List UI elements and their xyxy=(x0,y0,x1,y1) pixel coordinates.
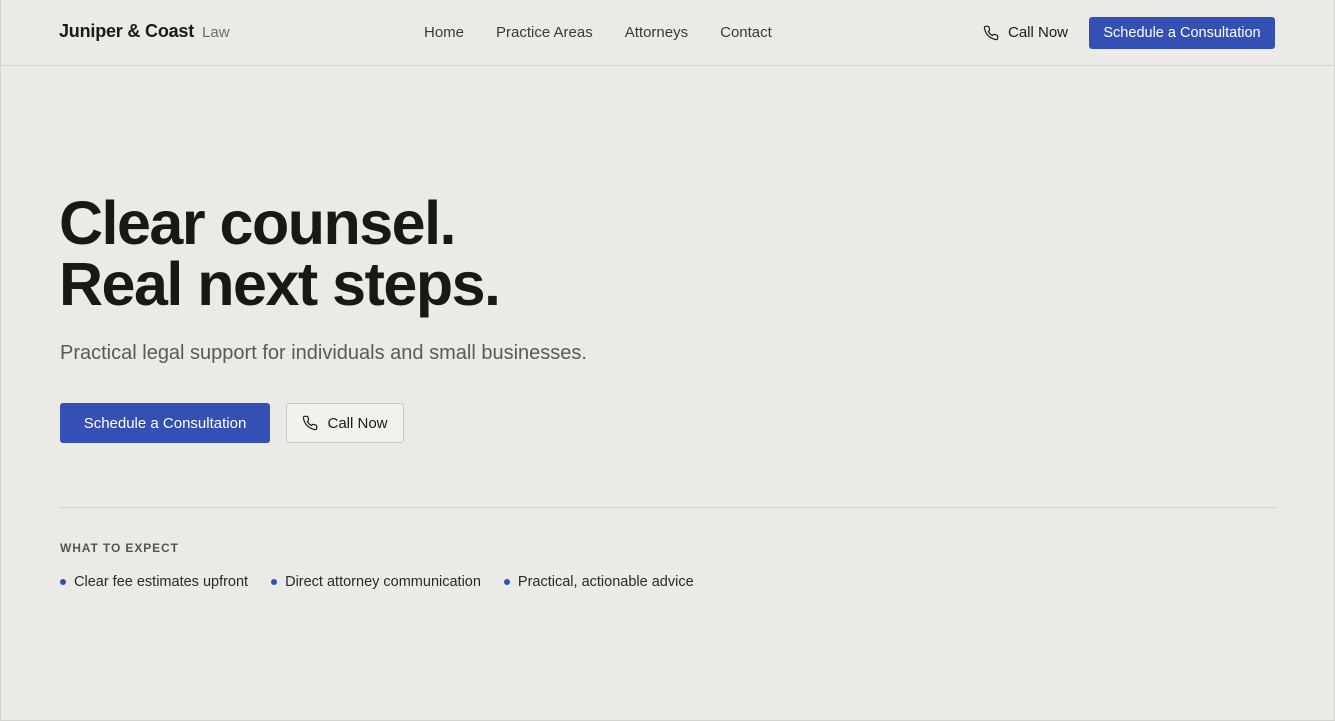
expect-item-label: Clear fee estimates upfront xyxy=(74,574,249,590)
header-call-now-link[interactable]: Call Now xyxy=(983,24,1068,41)
hero-call-label: Call Now xyxy=(327,414,388,432)
main-nav: Home Practice Areas Attorneys Contact xyxy=(424,24,804,41)
nav-link-contact[interactable]: Contact xyxy=(720,24,772,41)
hero-title-line2: Real next steps. xyxy=(59,250,501,318)
bullet-dot-icon xyxy=(271,579,278,585)
expect-item-label: Practical, actionable advice xyxy=(517,574,694,590)
nav-link-attorneys[interactable]: Attorneys xyxy=(625,24,688,41)
header-schedule-button[interactable]: Schedule a Consultation xyxy=(1089,17,1275,49)
brand-suffix: Law xyxy=(202,24,230,41)
bullet-dot-icon xyxy=(503,579,510,585)
expect-heading: WHAT TO EXPECT xyxy=(60,541,179,555)
hero-schedule-button[interactable]: Schedule a Consultation xyxy=(60,403,270,443)
hero-subtitle: Practical legal support for individuals … xyxy=(60,342,587,364)
hero-title-line1: Clear counsel. xyxy=(59,189,457,257)
hero-call-now-button[interactable]: Call Now xyxy=(286,403,404,443)
site-header: Juniper & Coast Law Home Practice Areas … xyxy=(1,0,1334,66)
brand-logo[interactable]: Juniper & Coast Law xyxy=(59,21,230,42)
hero-title: Clear counsel. Real next steps. xyxy=(59,193,501,318)
expect-list: Clear fee estimates upfront Direct attor… xyxy=(60,574,717,590)
phone-icon xyxy=(983,25,999,40)
section-divider xyxy=(60,507,1276,508)
nav-link-home[interactable]: Home xyxy=(424,24,464,41)
brand-name: Juniper & Coast xyxy=(59,21,195,41)
expect-item-label: Direct attorney communication xyxy=(285,574,481,590)
bullet-dot-icon xyxy=(60,579,66,585)
page: Juniper & Coast Law Home Practice Areas … xyxy=(0,0,1335,721)
expect-item: Practical, actionable advice xyxy=(503,574,694,590)
phone-icon xyxy=(303,415,318,431)
header-call-label: Call Now xyxy=(1008,24,1069,41)
expect-item: Direct attorney communication xyxy=(271,574,481,590)
expect-item: Clear fee estimates upfront xyxy=(60,574,248,590)
nav-link-practice-areas[interactable]: Practice Areas xyxy=(496,24,593,41)
